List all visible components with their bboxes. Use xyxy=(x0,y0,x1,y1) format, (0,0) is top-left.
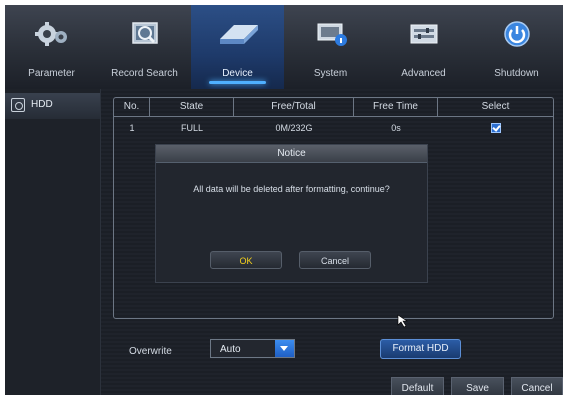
nav-advanced[interactable]: Advanced xyxy=(377,5,470,89)
nav-record-search[interactable]: Record Search xyxy=(98,5,191,89)
active-tab-indicator xyxy=(209,81,266,84)
sidebar-item-hdd[interactable]: HDD xyxy=(5,93,100,119)
monitor-info-icon xyxy=(317,23,347,46)
sidebar: HDD xyxy=(5,89,101,395)
nav-label: Device xyxy=(222,68,253,79)
nav-label: System xyxy=(313,68,348,79)
dialog-title: Notice xyxy=(156,145,427,163)
cell-free-time: 0s xyxy=(391,123,401,133)
cell-no: 1 xyxy=(129,123,135,133)
hdd-icon xyxy=(11,98,25,112)
sidebar-item-label: HDD xyxy=(31,99,53,110)
column-header: State xyxy=(150,98,234,116)
nav-device[interactable]: Device xyxy=(191,5,284,89)
panel-icon xyxy=(410,24,437,44)
overwrite-select[interactable]: Auto xyxy=(210,339,295,358)
cell-free-total: 0M/232G xyxy=(275,123,313,133)
mouse-cursor-icon xyxy=(397,314,408,328)
power-icon xyxy=(503,21,530,47)
cell-state: FULL xyxy=(180,123,203,133)
column-header: Free/Total xyxy=(234,98,354,116)
nav-label: Parameter xyxy=(28,68,75,79)
column-header: Select xyxy=(481,101,510,112)
cancel-button[interactable]: Cancel xyxy=(511,377,563,395)
magnifier-icon xyxy=(131,22,158,44)
save-button[interactable]: Save xyxy=(451,377,504,395)
nav-label: Advanced xyxy=(401,68,446,79)
notice-dialog: Notice All data will be deleted after fo… xyxy=(155,144,428,283)
nav-label: Record Search xyxy=(111,68,178,79)
overwrite-value: Auto xyxy=(220,344,241,355)
chevron-down-icon[interactable] xyxy=(275,340,294,357)
default-button[interactable]: Default xyxy=(391,377,444,395)
dvr-window: Parameter Record Search Device System Ad… xyxy=(5,5,563,395)
select-checkbox[interactable] xyxy=(490,123,501,133)
nav-label: Shutdown xyxy=(494,68,539,79)
nav-parameter[interactable]: Parameter xyxy=(5,5,98,89)
hard-drive-icon xyxy=(219,25,258,44)
dialog-message: All data will be deleted after formattin… xyxy=(193,184,390,194)
table-header: No. State Free/Total Free Time Select xyxy=(114,98,553,117)
dialog-cancel-button[interactable]: Cancel xyxy=(299,251,371,269)
overwrite-label: Overwrite xyxy=(129,346,172,357)
ok-button[interactable]: OK xyxy=(210,251,282,269)
table-row[interactable]: 1 FULL 0M/232G 0s xyxy=(114,120,553,136)
format-hdd-button[interactable]: Format HDD xyxy=(380,339,461,359)
nav-system[interactable]: System xyxy=(284,5,377,89)
column-header: Free Time xyxy=(354,98,438,116)
top-navigation: Parameter Record Search Device System Ad… xyxy=(5,5,563,89)
gears-icon xyxy=(34,22,67,46)
cell-select xyxy=(438,120,553,136)
column-header: No. xyxy=(114,98,150,116)
nav-shutdown[interactable]: Shutdown xyxy=(470,5,563,89)
